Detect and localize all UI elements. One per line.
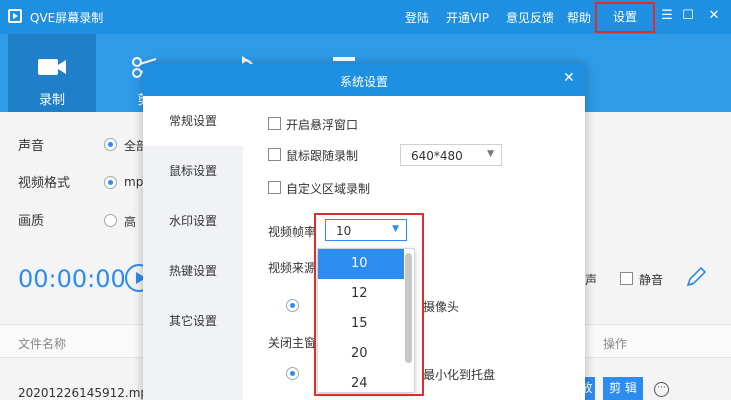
audio-label: 声音: [18, 139, 45, 154]
feedback-link[interactable]: 意见反馈: [506, 9, 554, 26]
quality-label: 画质: [18, 214, 45, 229]
audio-source-option: 声: [585, 273, 598, 287]
title-bar: QVE屏幕录制 登陆 开通VIP 意见反馈 帮助 设置 ☰ ☐ ✕: [0, 0, 731, 34]
sidebar-item-watermark[interactable]: 水印设置: [143, 196, 243, 246]
audio-radio[interactable]: [104, 138, 117, 151]
float-window-checkbox[interactable]: [268, 117, 281, 130]
sidebar-item-mouse[interactable]: 鼠标设置: [143, 146, 243, 196]
quality-radio[interactable]: [104, 214, 117, 227]
custom-area-label: 自定义区域录制: [286, 182, 371, 196]
close-main-label: 关闭主窗: [268, 336, 317, 350]
app-window: QVE屏幕录制 登陆 开通VIP 意见反馈 帮助 设置 ☰ ☐ ✕ 录制 剪 声…: [0, 0, 731, 400]
format-label: 视频格式: [18, 176, 71, 191]
sidebar-item-other[interactable]: 其它设置: [143, 296, 243, 346]
menu-icon[interactable]: ☰: [660, 8, 674, 24]
minimize-tray-label: 最小化到托盘: [423, 368, 496, 382]
edit-file-button[interactable]: 剪 辑: [603, 377, 643, 400]
source-radio[interactable]: [286, 299, 299, 312]
actions-column-header: 操作: [603, 337, 628, 351]
custom-area-checkbox[interactable]: [268, 181, 281, 194]
record-tab-label: 录制: [38, 93, 65, 108]
source-camera-label: 摄像头: [423, 300, 460, 314]
maximize-icon[interactable]: ☐: [681, 8, 695, 24]
filename-column-header: 文件名称: [18, 337, 67, 351]
dialog-title: 系统设置: [339, 75, 388, 89]
follow-resolution-value: 640*480: [411, 149, 463, 163]
highlight-box: [314, 213, 424, 396]
settings-sidebar: 常规设置 鼠标设置 水印设置 热键设置 其它设置: [143, 96, 243, 400]
dialog-close-icon[interactable]: ✕: [563, 70, 575, 86]
follow-resolution-select[interactable]: 640*480 ▼: [400, 144, 502, 166]
follow-mouse-checkbox[interactable]: [268, 148, 281, 161]
record-tab[interactable]: 录制: [8, 34, 96, 112]
float-window-label: 开启悬浮窗口: [286, 118, 359, 132]
mute-label: 静音: [639, 273, 664, 287]
mute-checkbox[interactable]: [620, 272, 633, 285]
video-camera-icon: [38, 59, 66, 75]
more-icon[interactable]: ···: [654, 382, 669, 397]
chevron-down-icon: ▼: [487, 149, 494, 159]
file-name: 20201226145912.mp4: [18, 386, 156, 400]
app-title: QVE屏幕录制: [30, 11, 104, 25]
fps-label: 视频帧率: [268, 225, 317, 239]
vip-link[interactable]: 开通VIP: [446, 9, 489, 26]
sidebar-item-general[interactable]: 常规设置: [143, 96, 243, 146]
sidebar-item-hotkeys[interactable]: 热键设置: [143, 246, 243, 296]
close-action-radio[interactable]: [286, 367, 299, 380]
record-timer: 00:00:00: [18, 265, 126, 293]
login-link[interactable]: 登陆: [405, 9, 429, 26]
pen-icon[interactable]: [685, 266, 707, 288]
close-icon[interactable]: ✕: [707, 8, 721, 24]
dialog-header: 系统设置 ✕: [143, 64, 585, 96]
quality-option: 高: [124, 215, 137, 229]
help-link[interactable]: 帮助: [567, 9, 591, 26]
follow-mouse-label: 鼠标跟随录制: [286, 149, 359, 163]
settings-button[interactable]: 设置: [595, 2, 655, 33]
app-logo-icon: [8, 9, 22, 23]
format-radio[interactable]: [104, 176, 117, 189]
source-label: 视频来源: [268, 261, 317, 275]
